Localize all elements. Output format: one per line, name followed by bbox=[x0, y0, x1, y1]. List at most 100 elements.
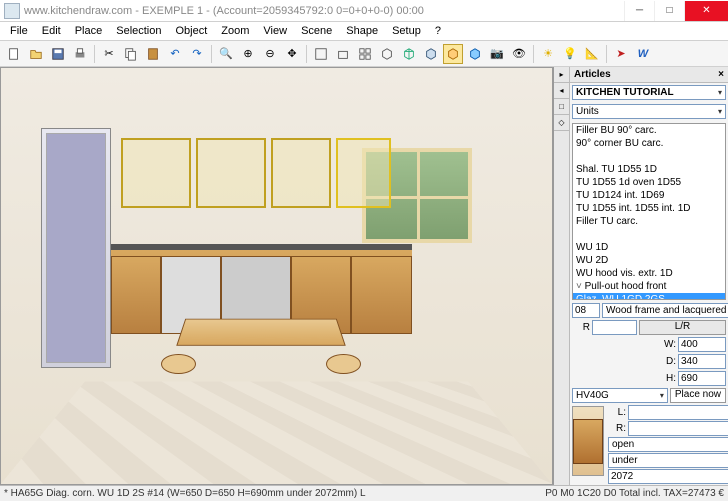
status-bar: * HA65G Diag. corn. WU 1D 2S #14 (W=650 … bbox=[0, 485, 728, 501]
view-top-icon[interactable] bbox=[311, 44, 331, 64]
list-item[interactable]: Shal. TU 1D55 1D bbox=[573, 163, 725, 176]
section-combo[interactable]: Units bbox=[572, 104, 726, 119]
menu-view[interactable]: View bbox=[257, 23, 293, 39]
menu-help[interactable]: ? bbox=[429, 23, 447, 39]
d-input[interactable] bbox=[678, 354, 726, 369]
list-item[interactable]: Filler BU 90° carc. bbox=[573, 124, 725, 137]
finish-combo[interactable]: Wood frame and lacquered par bbox=[602, 303, 728, 318]
list-item[interactable]: TU 1D124 int. 1D69 bbox=[573, 189, 725, 202]
elev-input[interactable] bbox=[608, 469, 728, 484]
pan-icon[interactable]: ✥ bbox=[282, 44, 302, 64]
panel-tab[interactable]: □ bbox=[554, 99, 569, 115]
panel-tab[interactable]: ◇ bbox=[554, 115, 569, 131]
list-item[interactable]: 90° corner BU carc. bbox=[573, 137, 725, 150]
close-button[interactable]: ✕ bbox=[684, 1, 728, 21]
ref-label: R bbox=[572, 322, 590, 333]
window-title: www.kitchendraw.com - EXEMPLE 1 - (Accou… bbox=[24, 5, 624, 17]
d-label: D: bbox=[658, 356, 676, 367]
view-tile-icon[interactable] bbox=[355, 44, 375, 64]
zoom-fit-icon[interactable]: ⊕ bbox=[238, 44, 258, 64]
code-input[interactable] bbox=[572, 303, 600, 318]
panel-header: Articles × bbox=[570, 67, 728, 83]
panel-close-icon[interactable]: × bbox=[718, 69, 724, 80]
list-item[interactable]: WU 2D bbox=[573, 254, 725, 267]
list-item[interactable] bbox=[573, 228, 725, 241]
table-object bbox=[181, 294, 341, 384]
open-combo[interactable]: open bbox=[608, 437, 728, 452]
wall-cabinet bbox=[121, 138, 191, 208]
open-icon[interactable] bbox=[26, 44, 46, 64]
list-item[interactable]: TU 1D55 int. 1D55 int. 1D bbox=[573, 202, 725, 215]
list-item[interactable]: Filler TU carc. bbox=[573, 215, 725, 228]
light-icon[interactable]: ☀ bbox=[538, 44, 558, 64]
undo-icon[interactable]: ↶ bbox=[165, 44, 185, 64]
zoom-out-icon[interactable]: ⊖ bbox=[260, 44, 280, 64]
save-icon[interactable] bbox=[48, 44, 68, 64]
paste-icon[interactable] bbox=[143, 44, 163, 64]
list-item[interactable]: Pull-out hood front bbox=[573, 280, 725, 293]
panel-title: Articles bbox=[574, 69, 611, 80]
cut-icon[interactable]: ✂ bbox=[99, 44, 119, 64]
menu-selection[interactable]: Selection bbox=[110, 23, 167, 39]
list-item[interactable]: WU 1D bbox=[573, 241, 725, 254]
zoom-in-icon[interactable]: 🔍 bbox=[216, 44, 236, 64]
status-left: * HA65G Diag. corn. WU 1D 2S #14 (W=650 … bbox=[4, 488, 366, 499]
h-input[interactable] bbox=[678, 371, 726, 386]
app-icon bbox=[4, 3, 20, 19]
eye-icon[interactable]: 👁 bbox=[509, 44, 529, 64]
new-icon[interactable] bbox=[4, 44, 24, 64]
list-item[interactable]: TU 1D55 1d oven 1D55 bbox=[573, 176, 725, 189]
list-item[interactable]: Glaz. WU 1GD 2GS bbox=[573, 293, 725, 300]
menu-scene[interactable]: Scene bbox=[295, 23, 338, 39]
menu-setup[interactable]: Setup bbox=[386, 23, 427, 39]
panel-tab[interactable]: ▸ bbox=[554, 67, 569, 83]
bulb-icon[interactable]: 💡 bbox=[560, 44, 580, 64]
under-combo[interactable]: under bbox=[608, 453, 728, 468]
copy-icon[interactable] bbox=[121, 44, 141, 64]
ref-input[interactable] bbox=[592, 320, 637, 335]
h-label: H: bbox=[658, 373, 676, 384]
view-front-icon[interactable] bbox=[333, 44, 353, 64]
list-item[interactable]: WU hood vis. extr. 1D bbox=[573, 267, 725, 280]
word-icon[interactable]: W bbox=[633, 44, 653, 64]
view-wire-icon[interactable] bbox=[399, 44, 419, 64]
lr-button[interactable]: L/R bbox=[639, 320, 726, 335]
article-list[interactable]: Filler BU 90° carc.90° corner BU carc. S… bbox=[572, 123, 726, 300]
list-item[interactable] bbox=[573, 150, 725, 163]
title-bar: www.kitchendraw.com - EXEMPLE 1 - (Accou… bbox=[0, 0, 728, 22]
3d-viewport[interactable] bbox=[0, 67, 553, 485]
redo-icon[interactable]: ↷ bbox=[187, 44, 207, 64]
view-hidden-icon[interactable] bbox=[421, 44, 441, 64]
menu-place[interactable]: Place bbox=[69, 23, 109, 39]
view-3d-icon[interactable] bbox=[377, 44, 397, 64]
w-input[interactable] bbox=[678, 337, 726, 352]
menu-bar: File Edit Place Selection Object Zoom Vi… bbox=[0, 22, 728, 41]
arrow-icon[interactable]: ➤ bbox=[611, 44, 631, 64]
l-input[interactable] bbox=[628, 405, 728, 420]
minimize-button[interactable]: ─ bbox=[624, 1, 654, 21]
wall-cabinet bbox=[196, 138, 266, 208]
wall-cabinet bbox=[271, 138, 331, 208]
maximize-button[interactable]: □ bbox=[654, 1, 684, 21]
menu-shape[interactable]: Shape bbox=[340, 23, 384, 39]
measure-icon[interactable]: 📐 bbox=[582, 44, 602, 64]
model-combo[interactable]: HV40G bbox=[572, 388, 668, 403]
status-right: P0 M0 1C20 D0 Total incl. TAX=27473 € bbox=[545, 488, 724, 499]
view-shaded-icon[interactable] bbox=[443, 44, 463, 64]
r-input[interactable] bbox=[628, 421, 728, 436]
menu-object[interactable]: Object bbox=[170, 23, 214, 39]
menu-zoom[interactable]: Zoom bbox=[215, 23, 255, 39]
menu-edit[interactable]: Edit bbox=[36, 23, 67, 39]
menu-file[interactable]: File bbox=[4, 23, 34, 39]
w-label: W: bbox=[658, 339, 676, 350]
view-real-icon[interactable] bbox=[465, 44, 485, 64]
catalog-combo[interactable]: KITCHEN TUTORIAL bbox=[572, 85, 726, 100]
print-icon[interactable] bbox=[70, 44, 90, 64]
articles-panel: ▸ ◂ □ ◇ Articles × KITCHEN TUTORIAL Unit… bbox=[553, 67, 728, 485]
place-button[interactable]: Place now bbox=[670, 388, 726, 403]
article-preview bbox=[572, 406, 604, 476]
panel-tab[interactable]: ◂ bbox=[554, 83, 569, 99]
toolbar: ✂ ↶ ↷ 🔍 ⊕ ⊖ ✥ 📷 👁 ☀ 💡 📐 ➤ W bbox=[0, 41, 728, 67]
wall-cabinet-selected bbox=[336, 138, 391, 208]
camera-icon[interactable]: 📷 bbox=[487, 44, 507, 64]
